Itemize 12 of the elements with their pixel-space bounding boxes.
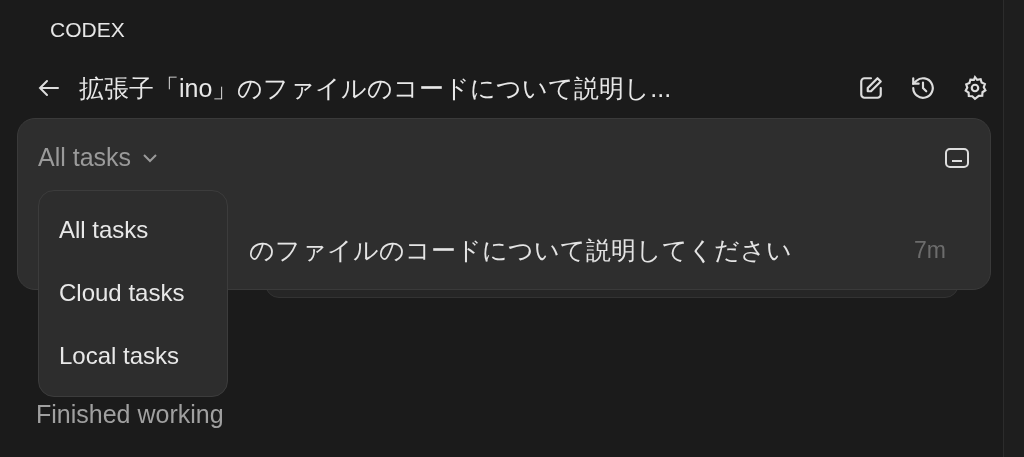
- filter-dropdown[interactable]: All tasks: [38, 143, 160, 172]
- menu-item[interactable]: All tasks: [39, 199, 227, 262]
- status-text: Finished working: [36, 400, 224, 429]
- menu-item[interactable]: Local tasks: [39, 325, 227, 388]
- task-title: 拡張子「ino」のファイルのコードについて説明し...: [79, 72, 673, 104]
- panel-icon[interactable]: [944, 146, 970, 169]
- caret-icon: [141, 151, 160, 164]
- task-item-title[interactable]: のファイルのコードについて説明してください: [249, 234, 915, 267]
- menu-item[interactable]: Cloud tasks: [39, 262, 227, 325]
- app-name: CODEX: [50, 18, 126, 43]
- back-arrow-icon[interactable]: [37, 78, 61, 98]
- task-age: 7m: [914, 237, 946, 264]
